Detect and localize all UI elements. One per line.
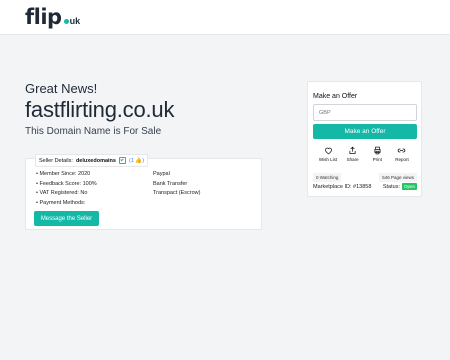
logo-tld-text: uk bbox=[69, 16, 81, 26]
flip-logo[interactable]: flip uk bbox=[25, 5, 80, 29]
share-button[interactable]: Share bbox=[342, 146, 364, 162]
for-sale-subtitle: This Domain Name is For Sale bbox=[25, 126, 162, 137]
message-seller-button[interactable]: Message the Seller bbox=[34, 211, 99, 226]
printer-icon bbox=[374, 146, 381, 155]
heart-icon bbox=[324, 147, 332, 155]
seller-details-tag: Seller Details: deluxedomains (1 👍) bbox=[35, 154, 149, 167]
make-offer-card: Make an Offer Make an Offer Wish List Sh… bbox=[307, 81, 422, 197]
page-views-count: 546 Page views bbox=[379, 173, 417, 182]
make-offer-button[interactable]: Make an Offer bbox=[313, 124, 417, 139]
rating-close: ) bbox=[142, 157, 145, 164]
seller-rating[interactable]: (1 👍) bbox=[129, 158, 144, 164]
vat-registered: VAT Registered: No bbox=[36, 189, 97, 199]
print-label: Print bbox=[372, 157, 382, 162]
seller-label: Seller Details: bbox=[39, 157, 73, 164]
hero-section: Great News! fastflirting.co.uk This Doma… bbox=[25, 81, 174, 137]
offer-actions: Wish List Share Print Report bbox=[313, 146, 417, 162]
share-label: Share bbox=[346, 157, 359, 162]
site-header: flip uk bbox=[0, 0, 450, 35]
offer-footer: Marketplace ID: #13858 Status: Open bbox=[313, 183, 417, 190]
marketplace-id: Marketplace ID: #13858 bbox=[313, 183, 372, 190]
offer-amount-input[interactable] bbox=[313, 104, 417, 121]
wish-list-label: Wish List bbox=[318, 157, 338, 162]
link-icon bbox=[398, 148, 406, 153]
offer-title: Make an Offer bbox=[313, 93, 358, 100]
wish-list-button[interactable]: Wish List bbox=[317, 146, 339, 162]
status-badge: Open bbox=[401, 183, 417, 190]
seller-details-list: Member Since: 2020 Feedback Score: 100% … bbox=[36, 170, 97, 209]
share-icon bbox=[349, 146, 356, 154]
logo-dot bbox=[63, 19, 69, 24]
status-wrap: Status: Open bbox=[383, 183, 417, 190]
greeting-text: Great News! bbox=[25, 81, 98, 96]
domain-name: fastflirting.co.uk bbox=[25, 97, 175, 122]
payment-method: Paypal bbox=[153, 171, 170, 177]
payment-methods-list: Paypal Bank Transfer Transpact (Escrow) bbox=[153, 170, 200, 199]
watching-count: 0 Watching bbox=[313, 173, 342, 182]
payment-methods-label: Payment Methods: bbox=[36, 199, 97, 209]
offer-stats: 0 Watching 546 Page views bbox=[313, 173, 417, 182]
payment-method: Bank Transfer bbox=[153, 180, 188, 187]
seller-details-card: Seller Details: deluxedomains (1 👍) Memb… bbox=[25, 154, 262, 230]
report-label: Report bbox=[395, 157, 409, 162]
payment-method: Transpact (Escrow) bbox=[153, 190, 201, 196]
report-button[interactable]: Report bbox=[391, 146, 413, 162]
rating-count: (1 bbox=[128, 157, 134, 164]
seller-name-link[interactable]: deluxedomains bbox=[76, 158, 116, 164]
print-button[interactable]: Print bbox=[366, 146, 388, 162]
feedback-score: Feedback Score: 100% bbox=[36, 180, 96, 190]
member-since: Member Since: 2020 bbox=[36, 170, 97, 180]
status-label: Status: bbox=[382, 183, 400, 190]
verified-icon bbox=[118, 157, 126, 164]
logo-main-text: flip bbox=[25, 5, 62, 29]
